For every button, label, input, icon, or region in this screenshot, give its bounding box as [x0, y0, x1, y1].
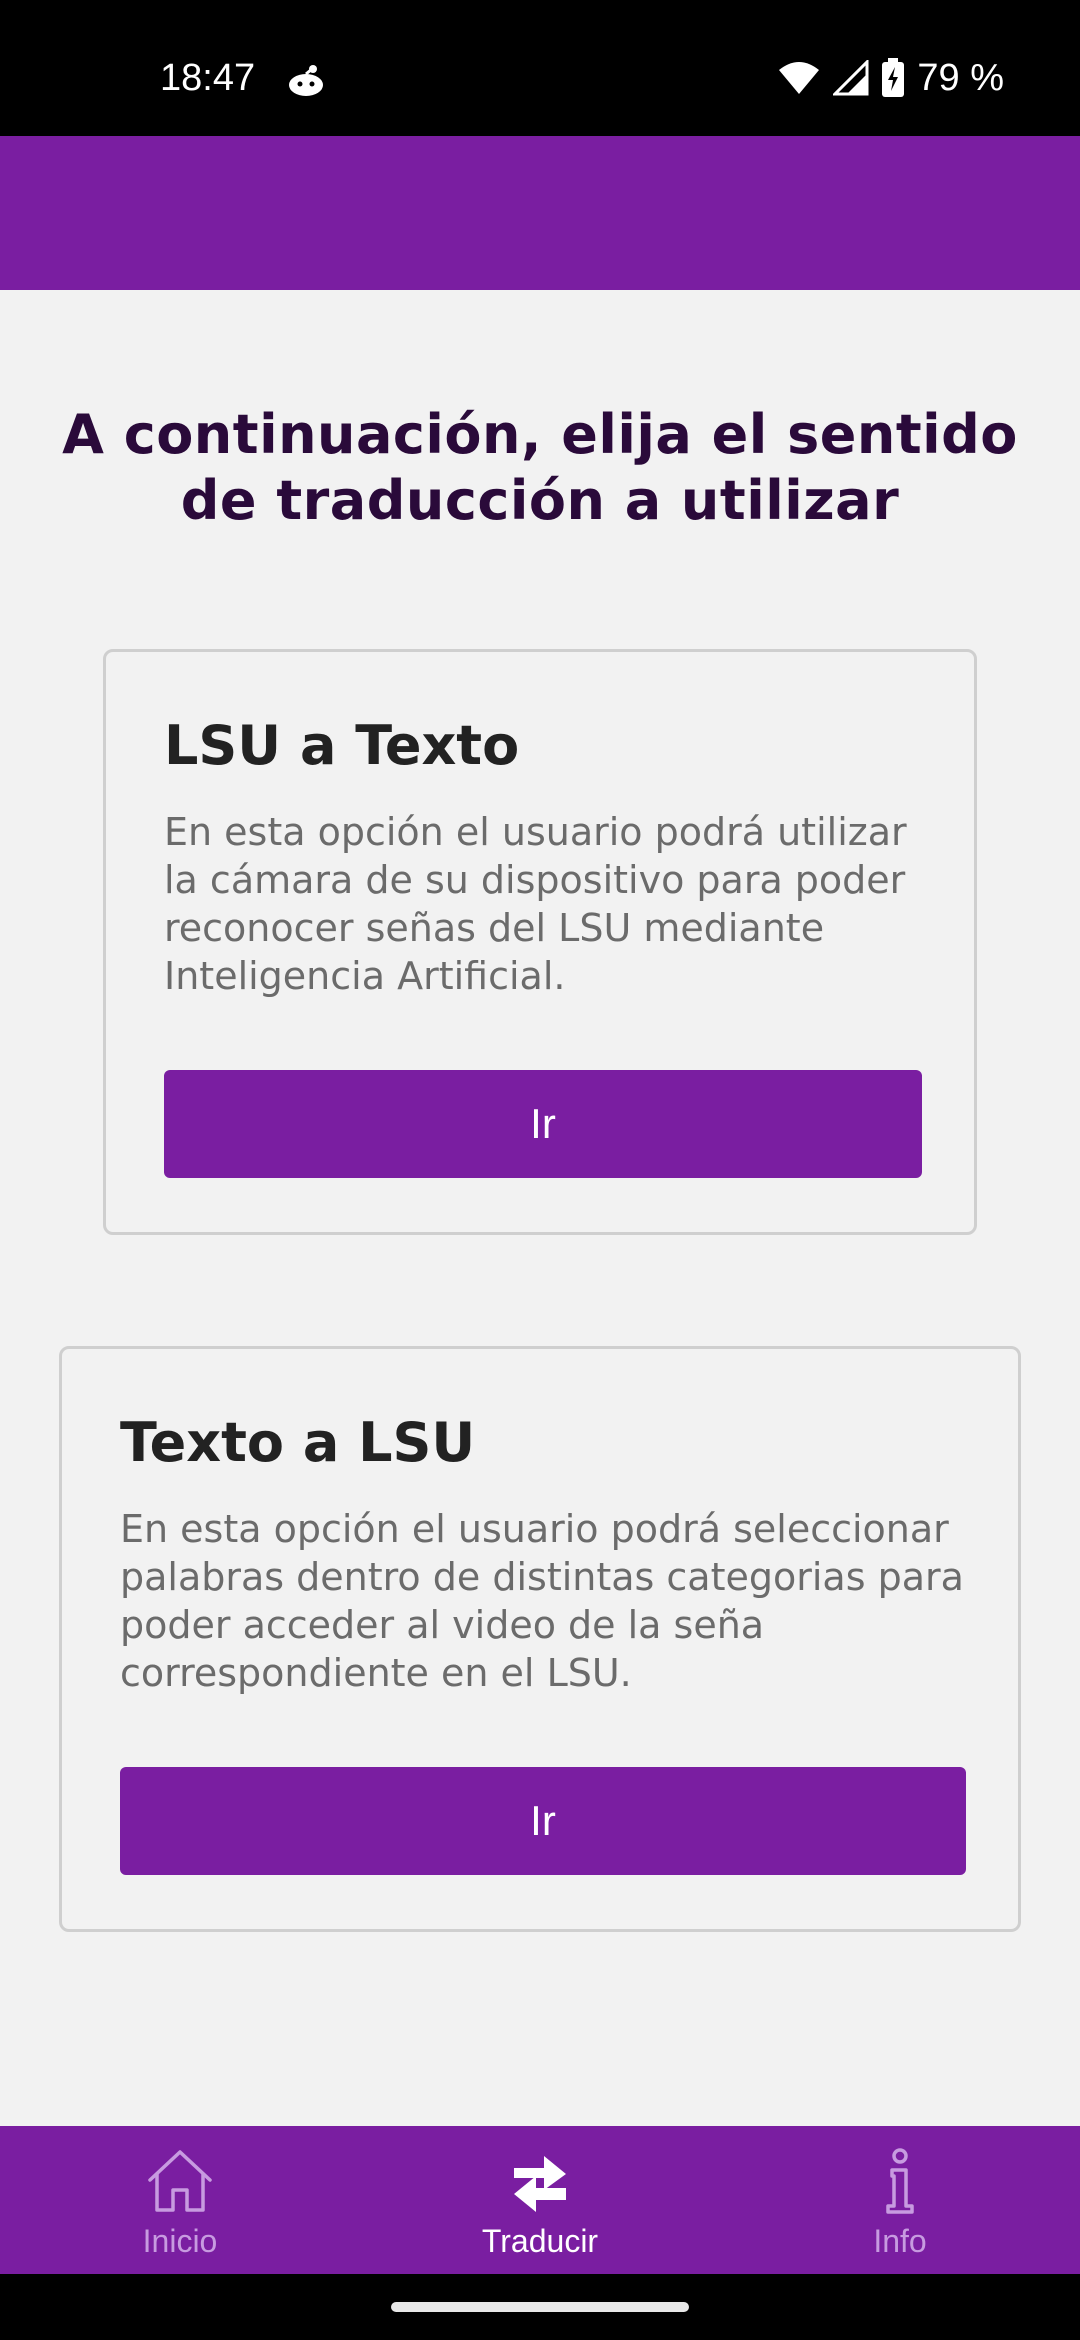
battery-charging-icon [881, 58, 905, 98]
status-time: 18:47 [160, 57, 256, 99]
status-bar: 18:47 79 % [0, 0, 1080, 136]
home-gesture-handle[interactable] [391, 2302, 689, 2312]
nav-item-info[interactable]: Info [720, 2126, 1080, 2274]
app-bar [0, 136, 1080, 290]
info-icon [864, 2146, 936, 2216]
notification-icon [286, 60, 326, 100]
option-card-lsu-to-text: LSU a Texto En esta opción el usuario po… [103, 649, 977, 1235]
nav-item-traducir[interactable]: Traducir [360, 2126, 720, 2274]
page-title: A continuación, elija el sentido de trad… [62, 403, 1018, 532]
system-navigation-bar [0, 2274, 1080, 2340]
bottom-navigation: Inicio Traducir Info [0, 2126, 1080, 2274]
option-card-text-to-lsu: Texto a LSU En esta opción el usuario po… [59, 1346, 1021, 1932]
go-button-lsu-to-text[interactable]: Ir [164, 1070, 922, 1178]
card-title: Texto a LSU [120, 1411, 476, 1474]
wifi-icon [777, 60, 821, 96]
nav-item-inicio[interactable]: Inicio [0, 2126, 360, 2274]
card-title: LSU a Texto [164, 714, 520, 777]
go-button-text-to-lsu[interactable]: Ir [120, 1767, 966, 1875]
home-icon [144, 2146, 216, 2216]
battery-percentage: 79 % [917, 57, 1004, 99]
card-description: En esta opción el usuario podrá seleccio… [120, 1507, 964, 1695]
nav-label: Inicio [142, 2223, 218, 2259]
nav-label: Traducir [481, 2223, 599, 2259]
nav-label: Info [873, 2223, 927, 2259]
status-indicators: 79 % [777, 56, 1004, 100]
swap-arrows-icon [504, 2146, 576, 2216]
card-description: En esta opción el usuario podrá utilizar… [164, 810, 907, 998]
signal-icon [833, 60, 869, 96]
